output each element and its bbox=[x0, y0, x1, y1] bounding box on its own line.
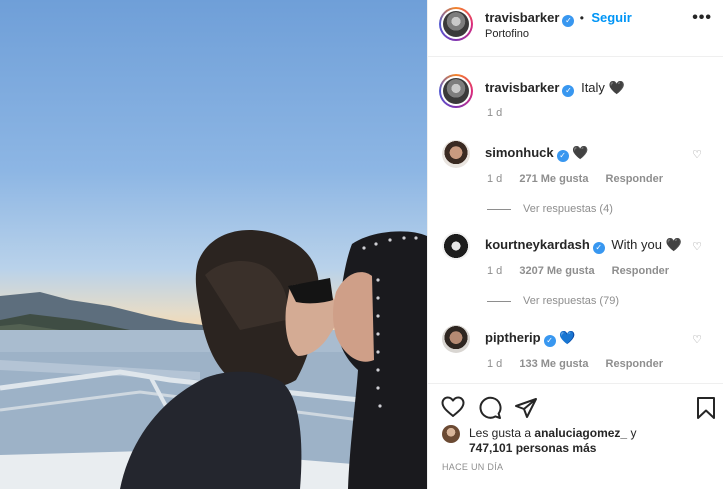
view-replies-label: Ver respuestas (79) bbox=[523, 295, 619, 307]
heart-outline-icon[interactable]: ♡ bbox=[692, 333, 702, 346]
comment-text-line: kourtneykardash ✓ With you 🖤 bbox=[485, 237, 682, 254]
comment-text-line: piptherip ✓ 💙 bbox=[485, 330, 575, 347]
comment-time[interactable]: 1 d bbox=[487, 265, 502, 277]
heart-outline-icon[interactable] bbox=[441, 396, 465, 418]
comment-time[interactable]: 1 d bbox=[487, 358, 502, 370]
author-avatar[interactable] bbox=[439, 7, 473, 41]
liker-avatar[interactable] bbox=[442, 425, 460, 443]
instagram-post: travisbarker ✓ • Seguir Portofino ••• tra… bbox=[0, 0, 723, 489]
comment-likes[interactable]: 3207 Me gusta bbox=[519, 265, 594, 277]
black-heart-emoji: 🖤 bbox=[608, 80, 625, 95]
likes-prefix: Les gusta a bbox=[469, 426, 532, 440]
photo-illustration bbox=[0, 230, 427, 489]
comment-text: With you bbox=[611, 237, 662, 252]
comment-likes[interactable]: 271 Me gusta bbox=[519, 173, 588, 185]
comment-likes[interactable]: 133 Me gusta bbox=[519, 358, 588, 370]
more-horizontal-icon[interactable]: ••• bbox=[692, 9, 712, 27]
location-link[interactable]: Portofino bbox=[485, 28, 529, 40]
caption-line: travisbarker ✓ Italy 🖤 bbox=[485, 80, 625, 97]
commenter-username[interactable]: kourtneykardash bbox=[485, 237, 590, 252]
commenter-avatar[interactable] bbox=[442, 232, 470, 260]
likes-count[interactable]: 747,101 personas más bbox=[469, 441, 596, 455]
likes-text: Les gusta a analuciagomez_ y bbox=[469, 426, 636, 440]
view-replies-button[interactable]: Ver respuestas (79) bbox=[487, 295, 619, 307]
post-side-panel: travisbarker ✓ • Seguir Portofino ••• tra… bbox=[427, 0, 723, 489]
separator: • bbox=[579, 11, 584, 25]
verified-badge-icon: ✓ bbox=[562, 15, 575, 27]
post-photo[interactable] bbox=[0, 0, 427, 489]
likes-conj: y bbox=[630, 426, 637, 440]
comment-icon[interactable] bbox=[478, 396, 502, 420]
comment-meta: 1 d 3207 Me gusta Responder bbox=[487, 265, 683, 277]
likes-count-text: 747,101 personas más bbox=[469, 441, 597, 455]
black-heart-emoji: 🖤 bbox=[665, 237, 682, 252]
reply-button[interactable]: Responder bbox=[612, 265, 669, 277]
caption-text: Italy bbox=[581, 80, 605, 95]
author-username[interactable]: travisbarker bbox=[485, 10, 559, 25]
comment-time[interactable]: 1 d bbox=[487, 173, 502, 185]
caption-username[interactable]: travisbarker bbox=[485, 80, 559, 95]
paper-plane-icon[interactable] bbox=[514, 396, 538, 420]
verified-badge-icon: ✓ bbox=[592, 242, 605, 254]
caption-avatar[interactable] bbox=[439, 74, 473, 108]
comment-text-line: simonhuck ✓ 🖤 bbox=[485, 145, 588, 162]
comment-meta: 1 d 271 Me gusta Responder bbox=[487, 173, 677, 185]
verified-badge-icon: ✓ bbox=[543, 335, 556, 347]
header-user-line: travisbarker ✓ • Seguir bbox=[485, 10, 632, 27]
commenter-avatar[interactable] bbox=[442, 325, 470, 353]
post-header: travisbarker ✓ • Seguir Portofino ••• bbox=[428, 0, 723, 57]
post-timestamp[interactable]: HACE UN DÍA bbox=[442, 462, 503, 472]
bookmark-icon[interactable] bbox=[696, 396, 716, 420]
verified-badge-icon: ✓ bbox=[562, 85, 575, 97]
liker-username[interactable]: analuciagomez_ bbox=[534, 426, 627, 440]
caption-time[interactable]: 1 d bbox=[487, 107, 502, 119]
commenter-username[interactable]: simonhuck bbox=[485, 145, 554, 160]
commenter-avatar[interactable] bbox=[442, 140, 470, 168]
heart-outline-icon[interactable]: ♡ bbox=[692, 240, 702, 253]
reply-button[interactable]: Responder bbox=[606, 358, 663, 370]
blue-heart-emoji: 💙 bbox=[559, 330, 576, 345]
follow-button[interactable]: Seguir bbox=[591, 10, 631, 25]
post-actions: Les gusta a analuciagomez_ y 747,101 per… bbox=[428, 383, 723, 489]
reply-button[interactable]: Responder bbox=[606, 173, 663, 185]
black-heart-emoji: 🖤 bbox=[572, 145, 589, 160]
replies-divider bbox=[487, 208, 511, 210]
view-replies-label: Ver respuestas (4) bbox=[523, 203, 613, 215]
commenter-username[interactable]: piptherip bbox=[485, 330, 541, 345]
view-replies-button[interactable]: Ver respuestas (4) bbox=[487, 203, 613, 215]
replies-divider bbox=[487, 300, 511, 302]
verified-badge-icon: ✓ bbox=[556, 150, 569, 162]
comment-meta: 1 d 133 Me gusta Responder bbox=[487, 358, 677, 370]
heart-outline-icon[interactable]: ♡ bbox=[692, 148, 702, 161]
